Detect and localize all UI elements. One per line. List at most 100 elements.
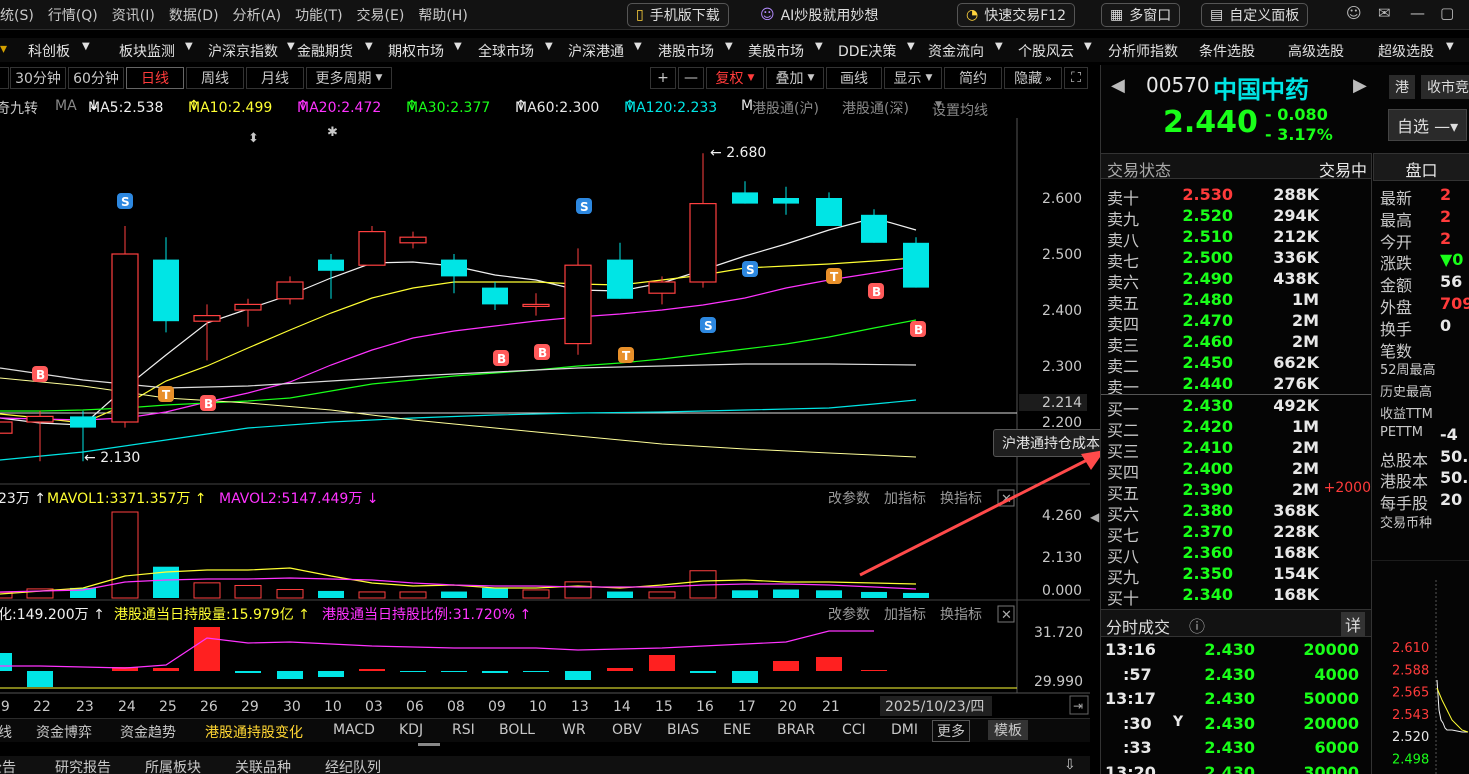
nav-item-star[interactable]: 科创板 xyxy=(28,41,70,61)
user-icon[interactable]: ☺ xyxy=(1346,4,1362,22)
menu-trade[interactable]: 交易(E) xyxy=(357,5,405,25)
period-more-dropdown[interactable]: 更多周期 ▼ xyxy=(306,67,392,89)
nav-item-sector-monitor[interactable]: 板块监测 xyxy=(119,41,175,61)
pankou-row: 52周最高 xyxy=(1380,359,1469,381)
pankou-tab[interactable]: 盘口 xyxy=(1373,153,1469,181)
menu-analysis[interactable]: 分析(A) xyxy=(233,5,282,25)
hk-connect-sz[interactable]: 港股通(深) xyxy=(842,98,909,118)
volume-bar xyxy=(276,589,304,599)
menu-function[interactable]: 功能(T) xyxy=(295,5,342,25)
price-change-pct: - 3.17% xyxy=(1265,125,1333,144)
display-dropdown[interactable]: 显示 ▼ xyxy=(884,67,942,89)
tab-ene[interactable]: ENE xyxy=(723,722,751,738)
menu-data[interactable]: 数据(D) xyxy=(169,5,219,25)
tab-fund-trend[interactable]: 资金趋势 xyxy=(120,722,176,742)
bid-row[interactable]: 买十 2.340 168K xyxy=(1101,585,1371,608)
nav-item-us[interactable]: 美股市场 xyxy=(748,41,804,61)
period-1m[interactable] xyxy=(0,67,9,89)
menu-system[interactable]: 统(S) xyxy=(0,5,34,25)
mail-icon[interactable]: ✉ xyxy=(1378,4,1391,22)
volume-bar xyxy=(111,511,139,599)
tab-bias[interactable]: BIAS xyxy=(667,722,699,738)
close-icon: ✕ xyxy=(1001,608,1012,623)
menu-news[interactable]: 资讯(I) xyxy=(112,5,155,25)
nav-item-options[interactable]: 期权市场 xyxy=(388,41,444,61)
panel-resize-handle[interactable] xyxy=(418,743,440,749)
minimize-icon[interactable]: — xyxy=(1410,4,1425,22)
indicator-prefix[interactable]: 奇九转 xyxy=(0,98,38,118)
zoom-in-button[interactable]: + xyxy=(650,67,676,89)
hk-add-indicator-link[interactable]: 加指标 xyxy=(884,607,926,623)
fast-trade-button[interactable]: ◔ 快速交易F12 xyxy=(957,3,1076,27)
pankou-label: 金额 xyxy=(1380,276,1413,296)
overlay-dropdown[interactable]: 叠加 ▼ xyxy=(766,67,824,89)
next-stock-icon[interactable]: ▶ xyxy=(1353,75,1367,96)
more-indicators-button[interactable]: 更多 xyxy=(932,720,970,742)
tab-dmi[interactable]: DMI xyxy=(891,722,918,738)
nav-item-stock-wind[interactable]: 个股风云 xyxy=(1018,41,1074,61)
hk-params-link[interactable]: 改参数 xyxy=(828,606,870,623)
nav-item-global[interactable]: 全球市场 xyxy=(478,41,534,61)
tab-brar[interactable]: BRAR xyxy=(777,722,815,738)
custom-panel-button[interactable]: ▤ 自定义面板 xyxy=(1201,3,1309,27)
hk-change-bar xyxy=(441,671,467,672)
ticks-detail-button[interactable]: 详 xyxy=(1340,612,1365,636)
period-week[interactable]: 周线 xyxy=(186,67,244,89)
tab-hk-holding[interactable]: 港股通持股变化 xyxy=(205,722,303,742)
tab-broker-queue[interactable]: 经纪队列 xyxy=(325,757,381,774)
fullscreen-button[interactable]: ⛶ xyxy=(1064,67,1088,89)
auction-badge[interactable]: 收市竞 xyxy=(1421,75,1469,99)
nav-item-dde[interactable]: DDE决策 xyxy=(838,41,896,61)
watchlist-dropdown[interactable]: 自选 —▾ xyxy=(1388,109,1468,141)
hk-connect-sh[interactable]: 港股通(沪) xyxy=(752,98,819,118)
nav-item-futures[interactable]: 金融期货 xyxy=(297,41,353,61)
tab-announcement[interactable]: 公告 xyxy=(0,757,16,774)
tab-rsi[interactable]: RSI xyxy=(452,722,475,738)
menu-quote[interactable]: 行情(Q) xyxy=(48,5,98,25)
period-30m[interactable]: 30分钟 xyxy=(10,67,66,89)
period-month[interactable]: 月线 xyxy=(246,67,304,89)
nav-item-index[interactable]: 沪深京指数 xyxy=(208,41,278,61)
prev-stock-icon[interactable]: ◀ xyxy=(1111,75,1125,96)
bid-row[interactable]: 买八 2.360 168K xyxy=(1101,543,1371,566)
zoom-out-button[interactable]: — xyxy=(678,67,704,89)
ai-button[interactable]: ☺ AI炒股就用妙想 xyxy=(752,3,886,27)
tab-cci[interactable]: CCI xyxy=(842,722,866,738)
collapse-bottom-icon[interactable]: ⇩ xyxy=(1064,757,1076,773)
nav-item-screen[interactable]: 条件选股 xyxy=(1199,41,1255,61)
nav-item-fund-flow[interactable]: 资金流向 xyxy=(928,41,984,61)
nav-item-super-screen[interactable]: 超级选股 xyxy=(1378,41,1434,61)
bid-row[interactable]: 买九 2.350 154K xyxy=(1101,564,1371,587)
nav-item-adv-screen[interactable]: 高级选股 xyxy=(1288,41,1344,61)
nav-item-connect[interactable]: 沪深港通 xyxy=(568,41,624,61)
collapse-handle[interactable]: ◀ xyxy=(1090,510,1099,524)
tab-obv[interactable]: OBV xyxy=(612,722,642,738)
multi-window-button[interactable]: ▦ 多窗口 xyxy=(1101,3,1181,27)
stock-chart[interactable]: 2.600 2.500 2.400 2.300 2.214 2.200 B S … xyxy=(0,118,1090,718)
pankou-row: 历史最高 xyxy=(1380,381,1469,403)
tab-line[interactable]: 线 xyxy=(0,722,12,742)
mobile-download-button[interactable]: ▯ 手机版下载 xyxy=(627,3,729,27)
simple-button[interactable]: 简约 xyxy=(944,67,1002,89)
tab-sector[interactable]: 所属板块 xyxy=(145,757,201,774)
nav-item-analyst[interactable]: 分析师指数 xyxy=(1108,41,1178,61)
date-tick: 30 xyxy=(283,699,301,715)
tab-wr[interactable]: WR xyxy=(562,722,586,738)
template-button[interactable]: 模板 xyxy=(988,720,1028,740)
tab-kdj[interactable]: KDJ xyxy=(399,722,423,738)
period-day[interactable]: 日线 xyxy=(126,67,184,89)
tab-fund-game[interactable]: 资金博弈 xyxy=(36,722,92,742)
maximize-icon[interactable]: ▢ xyxy=(1440,4,1454,22)
info-icon[interactable]: ⓘ xyxy=(1189,613,1205,637)
hide-button[interactable]: 隐藏» xyxy=(1004,67,1062,89)
tab-macd[interactable]: MACD xyxy=(333,722,375,738)
draw-line-button[interactable]: 画线 xyxy=(826,67,882,89)
hk-swap-indicator-link[interactable]: 换指标 xyxy=(940,606,982,623)
nav-item-hk[interactable]: 港股市场 xyxy=(658,41,714,61)
tab-boll[interactable]: BOLL xyxy=(499,722,535,738)
menu-help[interactable]: 帮助(H) xyxy=(418,5,467,25)
restore-dropdown[interactable]: 复权 ▼ xyxy=(706,67,764,89)
tab-research[interactable]: 研究报告 xyxy=(55,757,111,774)
tab-related[interactable]: 关联品种 xyxy=(235,757,291,774)
period-60m[interactable]: 60分钟 xyxy=(68,67,124,89)
